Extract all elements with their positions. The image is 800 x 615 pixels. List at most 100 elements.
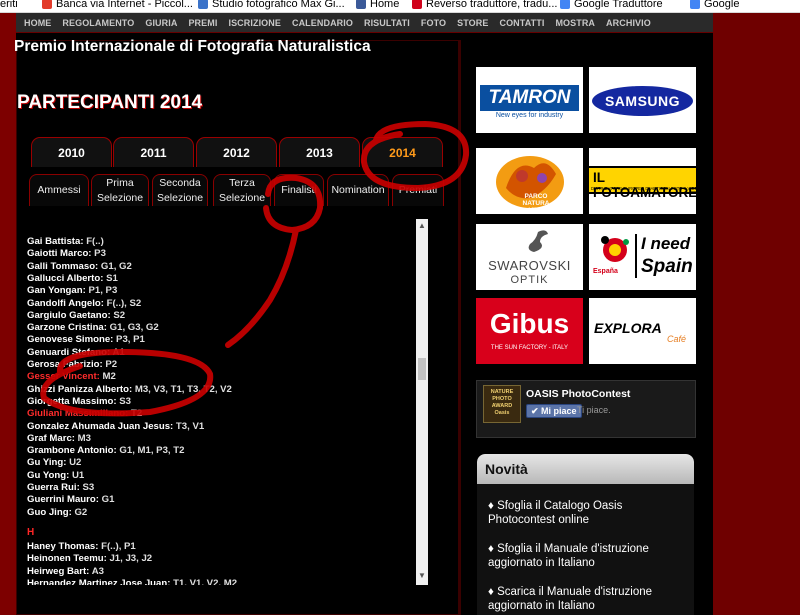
list-item: Ghizzi Panizza Alberto: M3, V3, T1, T3, … bbox=[27, 384, 232, 395]
sponsor-parco-natura-viva[interactable]: PARCO NATURA VIVA bbox=[476, 148, 583, 214]
bookmark-label: Home bbox=[370, 0, 400, 10]
sponsor-explora[interactable]: EXPLORA Café bbox=[589, 298, 696, 364]
tab-year-2010[interactable]: 2010 bbox=[31, 137, 112, 167]
nav-iscrizione[interactable]: ISCRIZIONE bbox=[228, 18, 281, 28]
tab-premiati[interactable]: Premiati bbox=[392, 174, 444, 206]
fotoamatore-subtitle: DISTRIBUTORE EUROPEO DI ARTICOLI FOTO & … bbox=[591, 186, 696, 191]
bookmark-item[interactable]: Google Traduttore bbox=[560, 0, 663, 10]
participant-name: Gargiulo Gaetano: bbox=[27, 309, 114, 321]
nav-contatti[interactable]: CONTATTI bbox=[499, 18, 544, 28]
participant-name: Guerra Rui: bbox=[27, 482, 83, 493]
list-item: Giorgetta Massimo: S3 bbox=[27, 396, 131, 407]
participants-list: Gai Battista: F(..) Gaiotti Marco: P3 Gall… bbox=[14, 219, 430, 585]
list-item: Guerra Rui: S3 bbox=[27, 482, 94, 493]
bookmark-label: eriti bbox=[0, 0, 18, 10]
participant-codes: P1, P3 bbox=[88, 285, 118, 297]
explora-logo: EXPLORA bbox=[594, 320, 662, 336]
nav-regolamento[interactable]: REGOLAMENTO bbox=[62, 18, 134, 28]
novita-item-sfoglia-manuale[interactable]: ♦ Sfoglia il Manuale d'istruzione aggior… bbox=[488, 542, 688, 570]
bookmarks-bar: eriti Banca via Internet - Piccol... Studi… bbox=[0, 0, 800, 13]
nav-calendario[interactable]: CALENDARIO bbox=[292, 18, 353, 28]
participant-codes: F(..) bbox=[86, 236, 104, 247]
participant-codes: F(..), P1 bbox=[101, 540, 136, 552]
list-item: Graf Marc: M3 bbox=[27, 433, 91, 444]
tab-year-2013[interactable]: 2013 bbox=[279, 137, 360, 167]
novita-item-catalogo[interactable]: ♦ Sfoglia il Catalogo Oasis Photocontest… bbox=[488, 499, 688, 527]
bookmark-item[interactable]: Home bbox=[356, 0, 399, 10]
sponsor-gibus[interactable]: Gibus THE SUN FACTORY - ITALY bbox=[476, 298, 583, 364]
participant-codes: T3, V1 bbox=[175, 420, 205, 432]
tab-nomination[interactable]: Nomination bbox=[327, 174, 389, 206]
scrollbar-thumb[interactable] bbox=[418, 358, 426, 380]
nav-store[interactable]: STORE bbox=[457, 18, 488, 28]
bookmark-label: Google bbox=[704, 0, 740, 10]
list-item: Guo Jing: G2 bbox=[27, 507, 87, 518]
bookmark-favicon-icon bbox=[412, 0, 422, 9]
participant-codes: A3 bbox=[91, 565, 104, 577]
nav-archivio[interactable]: ARCHIVIO bbox=[606, 18, 651, 28]
tab-finalisti[interactable]: Finalisti bbox=[274, 174, 324, 206]
list-item: Gu Yong: U1 bbox=[27, 470, 84, 481]
oasis-logo-text: NATURE PHOTO AWARD Oasis bbox=[490, 389, 514, 416]
participant-codes: P3, P1 bbox=[116, 334, 145, 346]
list-item: Gonzalez Ahumada Juan Jesus: T3, V1 bbox=[27, 421, 204, 432]
participant-name: Gandolfi Angelo: bbox=[27, 297, 107, 309]
like-button[interactable]: ✔ Mi piace bbox=[526, 404, 582, 418]
tab-seconda-selezione[interactable]: Seconda Selezione bbox=[152, 174, 208, 206]
list-item: Guerrini Mauro: G1 bbox=[27, 494, 114, 505]
tab-year-2014[interactable]: 2014 bbox=[362, 137, 443, 167]
need-label: I need bbox=[641, 234, 691, 253]
participant-name: Gai Battista: bbox=[27, 236, 87, 247]
participant-name: Gu Ying: bbox=[27, 457, 70, 469]
list-item: Gandolfi Angelo: F(..), S2 bbox=[27, 298, 141, 309]
nav-mostra[interactable]: MOSTRA bbox=[555, 18, 595, 28]
nav-home[interactable]: HOME bbox=[24, 18, 51, 28]
gibus-logo: Gibus bbox=[489, 308, 570, 339]
sponsor-i-need-spain[interactable]: España I need Spain bbox=[589, 224, 696, 290]
participant-name: Genuardi Stefano: bbox=[27, 346, 113, 358]
tamron-tagline: New eyes for industry bbox=[495, 112, 564, 119]
list-item: Gesser Vincent: M2 bbox=[27, 371, 116, 382]
thumb-icon: ✔ bbox=[531, 406, 542, 416]
nav-risultati[interactable]: RISULTATI bbox=[364, 18, 410, 28]
sponsor-tamron[interactable]: TAMRON New eyes for industry bbox=[476, 67, 583, 133]
participant-name: Gan Yongan: bbox=[27, 285, 89, 297]
sponsor-il-fotoamatore[interactable]: IL FOTOAMATORE DISTRIBUTORE EUROPEO DI A… bbox=[589, 148, 696, 214]
list-item: Gallucci Alberto: S1 bbox=[27, 273, 118, 284]
bookmark-item[interactable]: Google bbox=[690, 0, 739, 10]
list-item: Giuliani Massimiliano: T2 bbox=[27, 408, 142, 419]
tab-terza-selezione[interactable]: Terza Selezione bbox=[213, 174, 271, 206]
sponsor-samsung[interactable]: SAMSUNG bbox=[589, 67, 696, 133]
oasis-logo: NATURE PHOTO AWARD Oasis bbox=[483, 385, 521, 423]
bookmark-item[interactable]: eriti bbox=[0, 0, 18, 10]
scrollbar[interactable]: ▲ ▼ bbox=[416, 219, 428, 585]
participant-codes: S3 bbox=[82, 482, 95, 493]
bookmark-item[interactable]: Banca via Internet - Piccol... bbox=[42, 0, 193, 10]
list-item: Gan Yongan: P1, P3 bbox=[27, 285, 117, 296]
list-item: Genuardi Stefano: A1 bbox=[27, 347, 125, 358]
participant-codes: F(..), S2 bbox=[106, 297, 142, 309]
scroll-down-icon[interactable]: ▼ bbox=[417, 571, 427, 581]
tab-prima-selezione[interactable]: Prima Selezione bbox=[91, 174, 149, 206]
nav-foto[interactable]: FOTO bbox=[421, 18, 446, 28]
bookmark-label: Google Traduttore bbox=[574, 0, 663, 10]
participant-name: Gu Yong: bbox=[27, 469, 72, 481]
participant-codes: P2 bbox=[105, 359, 118, 370]
tab-year-2011[interactable]: 2011 bbox=[113, 137, 194, 167]
bookmark-favicon-icon bbox=[42, 0, 52, 9]
list-item: Gai Battista: F(..) bbox=[27, 236, 104, 247]
novita-item-scarica-manuale[interactable]: ♦ Scarica il Manuale d'istruzione aggior… bbox=[488, 585, 688, 613]
scroll-up-icon[interactable]: ▲ bbox=[417, 221, 427, 231]
sponsor-swarovski[interactable]: SWAROVSKI OPTIK bbox=[476, 224, 583, 290]
tab-ammessi[interactable]: Ammessi bbox=[29, 174, 89, 206]
list-item: Gaiotti Marco: P3 bbox=[27, 248, 106, 259]
tab-year-2012[interactable]: 2012 bbox=[196, 137, 277, 167]
swan-icon bbox=[528, 230, 548, 252]
nav-giuria[interactable]: GIURIA bbox=[145, 18, 177, 28]
oasis-page-name[interactable]: OASIS PhotoContest bbox=[526, 388, 630, 400]
nav-premi[interactable]: PREMI bbox=[188, 18, 217, 28]
bookmark-item[interactable]: Reverso traduttore, tradu... bbox=[412, 0, 557, 10]
participant-codes: U1 bbox=[71, 469, 85, 481]
participant-name: Hernandez Martinez Jose Juan: bbox=[27, 577, 174, 585]
bookmark-item[interactable]: Studio fotografico Max Gi... bbox=[198, 0, 345, 10]
